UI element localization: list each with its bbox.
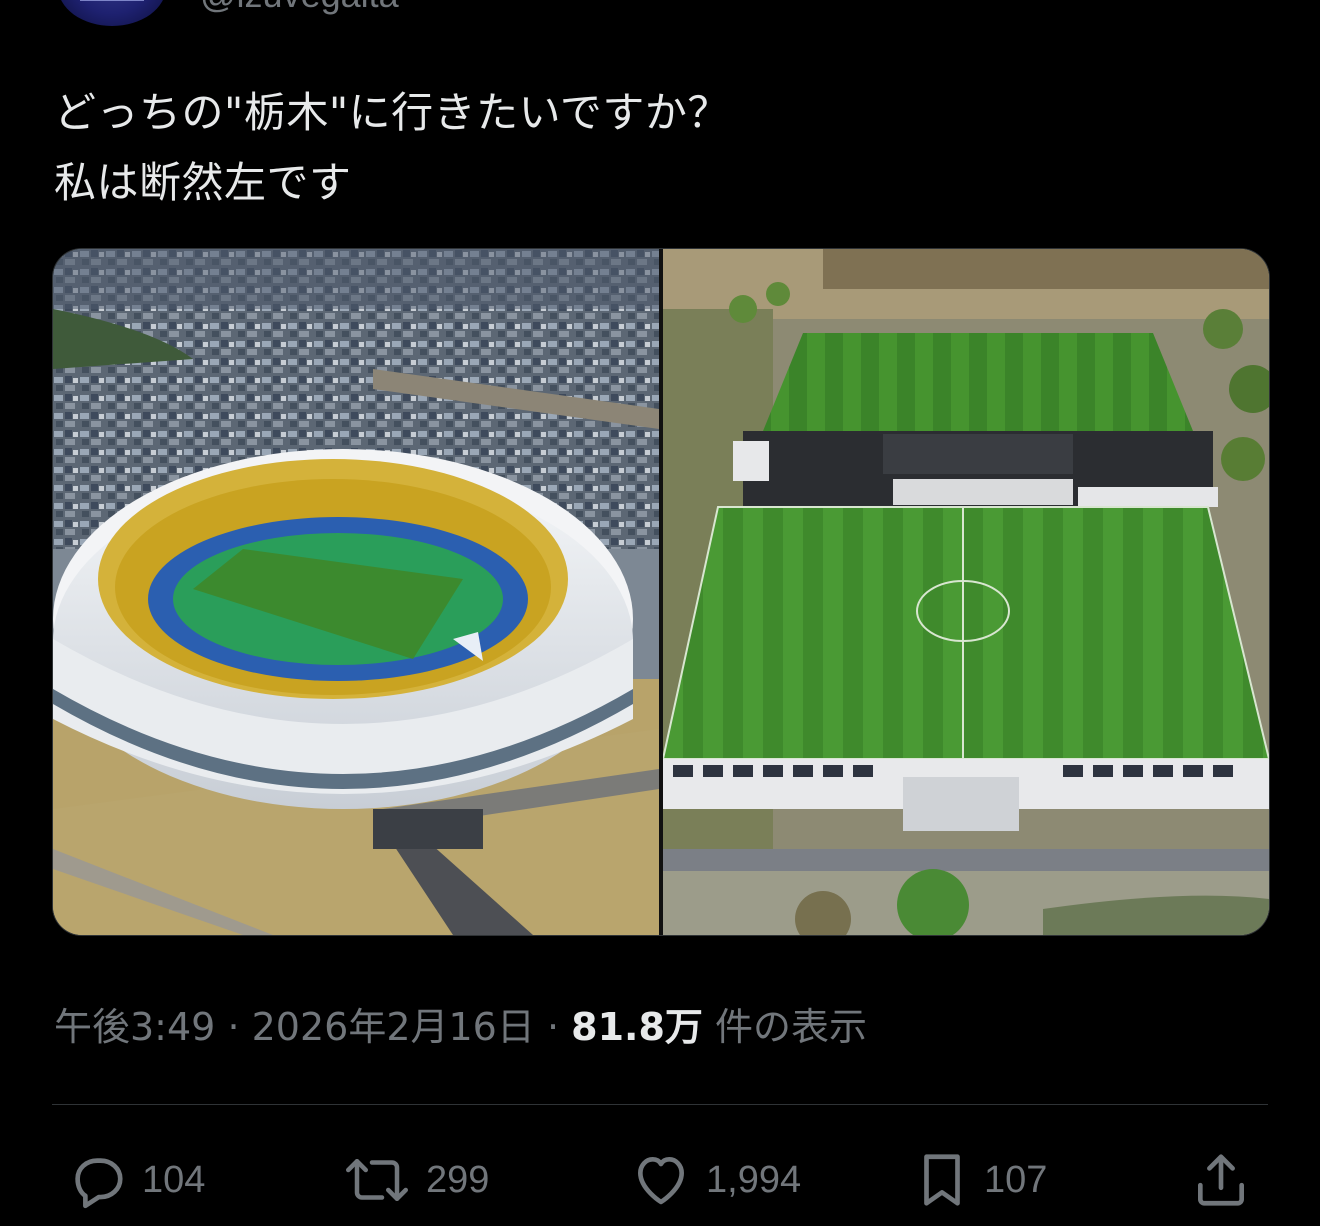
views-label: 件の表示: [715, 1005, 868, 1049]
reply-icon: [66, 1149, 128, 1211]
heart-icon: [630, 1149, 692, 1211]
tweet-text-line-1: どっちの"栃木"に行きたいですか？: [54, 88, 730, 137]
tweet-date[interactable]: 2026年2月16日: [252, 1005, 535, 1049]
tweet-time[interactable]: 午後3:49: [54, 1005, 215, 1049]
bookmark-icon: [914, 1149, 970, 1211]
share-icon: [1190, 1149, 1252, 1211]
action-bar: 104 299 1,994 107: [52, 1140, 1268, 1220]
bookmark-button[interactable]: 107: [914, 1140, 1047, 1220]
author-handle[interactable]: @izuvegalta: [200, 0, 399, 16]
like-button[interactable]: 1,994: [630, 1140, 801, 1220]
bookmark-count: 107: [984, 1158, 1048, 1201]
share-button[interactable]: [1190, 1140, 1252, 1220]
views-count[interactable]: 81.8万: [571, 1005, 703, 1049]
media-grid: [52, 248, 1270, 936]
reply-count: 104: [142, 1158, 206, 1201]
retweet-count: 299: [426, 1158, 490, 1201]
reply-button[interactable]: 104: [66, 1140, 205, 1220]
divider: [52, 1104, 1268, 1105]
tweet-meta: 午後3:49 · 2026年2月16日 · 81.8万 件の表示: [54, 996, 867, 1051]
retweet-icon: [342, 1149, 412, 1211]
media-photo-training-ground[interactable]: [663, 249, 1269, 935]
like-count: 1,994: [706, 1158, 802, 1201]
meta-separator: ·: [227, 1005, 240, 1049]
meta-separator: ·: [546, 1005, 560, 1049]
retweet-button[interactable]: 299: [342, 1140, 489, 1220]
tweet-text-line-2: 私は断然左です: [54, 158, 352, 207]
tweet-text: どっちの"栃木"に行きたいですか？ 私は断然左です: [54, 78, 730, 218]
media-photo-stadium[interactable]: [53, 249, 659, 935]
avatar[interactable]: [58, 0, 166, 26]
